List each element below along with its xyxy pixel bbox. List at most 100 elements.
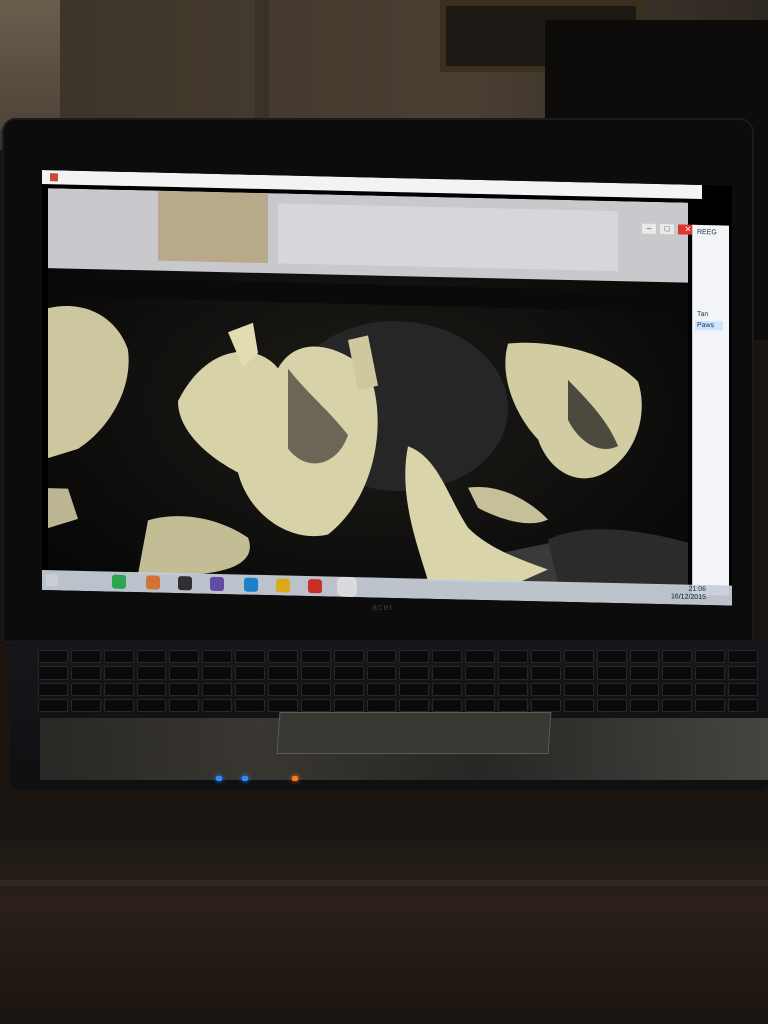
keyboard-key[interactable] [103,666,134,680]
keyboard-key[interactable] [300,682,331,696]
photos-icon[interactable] [340,579,354,595]
keyboard-key[interactable] [235,666,266,680]
keyboard-key[interactable] [333,666,364,680]
keyboard-key[interactable] [728,682,758,696]
keyboard-key[interactable] [399,698,430,712]
store-icon[interactable] [112,574,126,589]
media-icon[interactable] [210,576,224,592]
keyboard-key[interactable] [432,682,463,696]
keyboard-key[interactable] [235,682,266,696]
keyboard-key[interactable] [629,698,660,712]
keyboard-key[interactable] [596,698,627,712]
camera-icon[interactable] [146,575,160,590]
keyboard-key[interactable] [268,666,298,680]
keyboard-key[interactable] [169,682,200,696]
power-icon[interactable] [308,579,322,594]
app-icon[interactable] [244,577,258,592]
keyboard-key[interactable] [136,666,167,680]
keyboard-key[interactable] [38,682,68,696]
keyboard-key[interactable] [136,650,167,664]
keyboard-key[interactable] [629,682,660,696]
keyboard-key[interactable] [202,698,233,712]
keyboard-key[interactable] [432,698,463,712]
keyboard-key[interactable] [596,666,627,680]
keyboard-key[interactable] [103,682,134,696]
keyboard-key[interactable] [70,698,101,712]
keyboard-key[interactable] [728,666,758,680]
keyboard-key[interactable] [38,698,68,712]
keyboard-key[interactable] [366,682,397,696]
keyboard-key[interactable] [399,650,430,664]
keyboard-key[interactable] [695,682,726,696]
keyboard-key[interactable] [333,682,364,696]
keyboard-key[interactable] [498,650,528,664]
webcam-icon[interactable] [178,576,192,591]
keyboard-key[interactable] [629,650,660,664]
keyboard-key[interactable] [268,682,298,696]
keyboard-key[interactable] [596,682,627,696]
keyboard-key[interactable] [70,666,101,680]
keyboard-key[interactable] [465,682,496,696]
keyboard-key[interactable] [530,682,561,696]
keyboard-key[interactable] [432,666,463,680]
keyboard-key[interactable] [366,650,397,664]
keyboard-key[interactable] [563,682,594,696]
keyboard-key[interactable] [465,650,496,664]
keyboard-key[interactable] [38,666,68,680]
keyboard-key[interactable] [136,698,167,712]
keyboard-key[interactable] [268,698,298,712]
keyboard-key[interactable] [498,666,528,680]
keyboard-key[interactable] [629,666,660,680]
keyboard-key[interactable] [563,650,594,664]
keyboard-key[interactable] [695,650,726,664]
keyboard-key[interactable] [103,650,134,664]
keyboard-key[interactable] [695,698,726,712]
keyboard-key[interactable] [169,698,200,712]
keyboard-key[interactable] [432,650,463,664]
keyboard-key[interactable] [202,650,233,664]
keyboard-key[interactable] [202,666,233,680]
keyboard-key[interactable] [399,682,430,696]
keyboard-key[interactable] [300,650,331,664]
keyboard-key[interactable] [596,650,627,664]
keyboard-key[interactable] [169,666,200,680]
keyboard-key[interactable] [465,666,496,680]
keyboard-key[interactable] [38,650,68,664]
minimize-button[interactable]: – [642,223,656,234]
keyboard-key[interactable] [695,666,726,680]
keyboard-key[interactable] [333,650,364,664]
keyboard-key[interactable] [530,666,561,680]
keyboard-key[interactable] [202,682,233,696]
system-clock[interactable]: 21:06 16/12/2015 [671,585,706,602]
keyboard-key[interactable] [268,650,298,664]
keyboard-key[interactable] [563,698,594,712]
keyboard-key[interactable] [465,698,496,712]
keyboard-key[interactable] [530,650,561,664]
keyboard-key[interactable] [399,666,430,680]
keyboard-key[interactable] [169,650,200,664]
keyboard-key[interactable] [728,650,758,664]
keyboard-key[interactable] [662,682,693,696]
keyboard-key[interactable] [728,698,758,712]
touchpad[interactable] [276,712,552,754]
keyboard-key[interactable] [366,666,397,680]
keyboard-key[interactable] [662,666,693,680]
start-button[interactable] [46,574,58,587]
keyboard-key[interactable] [563,666,594,680]
keyboard-key[interactable] [530,698,561,712]
keyboard-key[interactable] [333,698,364,712]
maximize-button[interactable]: □ [660,224,674,235]
keyboard-key[interactable] [662,650,693,664]
keyboard-key[interactable] [498,698,528,712]
keyboard-key[interactable] [300,698,331,712]
keyboard-key[interactable] [136,682,167,696]
keyboard-key[interactable] [300,666,331,680]
keyboard-key[interactable] [366,698,397,712]
keyboard-key[interactable] [498,682,528,696]
keyboard-key[interactable] [70,650,101,664]
keyboard-key[interactable] [662,698,693,712]
keyboard-key[interactable] [103,698,134,712]
keyboard-key[interactable] [235,650,266,664]
keyboard-key[interactable] [235,698,266,712]
chrome-icon[interactable] [276,578,290,593]
